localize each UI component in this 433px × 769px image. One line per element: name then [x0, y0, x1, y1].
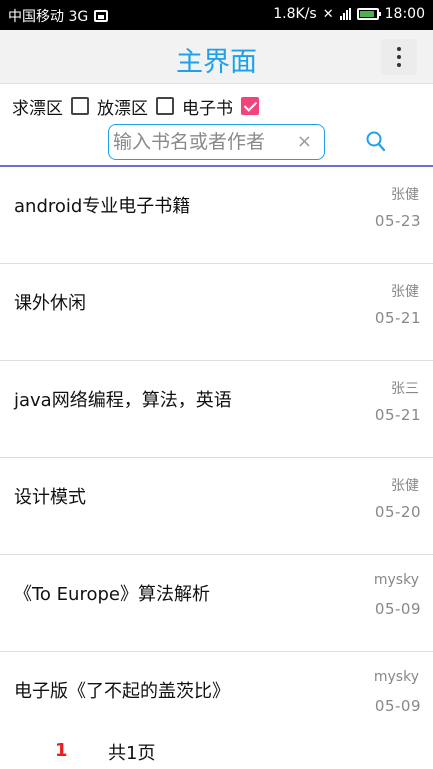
more-vertical-icon-dot	[397, 55, 401, 59]
image-notification-icon	[94, 10, 109, 22]
list-item[interactable]: 《To Europe》算法解析 mysky 05-09	[0, 555, 433, 652]
book-title: android专业电子书籍	[14, 196, 191, 217]
title-bar: 主界面	[0, 30, 433, 84]
book-date: 05-21	[374, 309, 421, 327]
more-vertical-icon-dot	[397, 63, 401, 67]
book-author: 张健	[391, 187, 419, 203]
total-pages-label: 共1页	[108, 743, 156, 764]
list-item[interactable]: android专业电子书籍 张健 05-23	[0, 167, 433, 264]
book-list: android专业电子书籍 张健 05-23 课外休闲 张健 05-21 jav…	[0, 167, 433, 749]
book-author: 张健	[391, 284, 419, 300]
status-right: 1.8K/s ✕ 18:00	[273, 6, 425, 22]
list-item[interactable]: 设计模式 张健 05-20	[0, 458, 433, 555]
signal-icon	[339, 8, 351, 20]
book-date: 05-21	[374, 406, 421, 424]
book-title: java网络编程，算法，英语	[14, 390, 232, 411]
book-date: 05-20	[374, 503, 421, 521]
overflow-menu-button[interactable]	[381, 39, 417, 75]
book-date: 05-23	[374, 212, 421, 230]
clock: 18:00	[384, 6, 425, 22]
list-item[interactable]: java网络编程，算法，英语 张三 05-21	[0, 361, 433, 458]
filter-row: 求漂区 放漂区 电子书	[0, 92, 433, 120]
search-box: ×	[108, 124, 325, 160]
clear-icon[interactable]: ×	[297, 131, 312, 152]
wifi-off-icon: ✕	[322, 6, 334, 22]
list-item[interactable]: 电子版《了不起的盖茨比》 mysky 05-09	[0, 652, 433, 749]
battery-icon	[356, 8, 381, 20]
search-input[interactable]	[113, 128, 293, 156]
book-date: 05-09	[374, 600, 421, 618]
page-title: 主界面	[176, 47, 257, 78]
book-author: 张三	[391, 381, 419, 397]
filter-request-zone[interactable]: 求漂区	[12, 94, 89, 119]
book-author: mysky	[373, 572, 419, 588]
filter-release-zone[interactable]: 放漂区	[97, 94, 174, 119]
filter-label: 放漂区	[97, 98, 148, 119]
request-zone-checkbox[interactable]	[71, 97, 89, 115]
network-speed: 1.8K/s	[273, 6, 317, 22]
book-title: 电子版《了不起的盖茨比》	[14, 681, 230, 702]
current-page-number[interactable]: 1	[55, 740, 68, 761]
more-vertical-icon	[397, 47, 401, 51]
ebook-checkbox[interactable]	[241, 97, 259, 115]
book-title: 设计模式	[14, 487, 86, 508]
list-item[interactable]: 课外休闲 张健 05-21	[0, 264, 433, 361]
book-title: 课外休闲	[14, 293, 86, 314]
filter-label: 电子书	[182, 98, 233, 119]
book-title: 《To Europe》算法解析	[14, 584, 210, 605]
book-author: 张健	[391, 478, 419, 494]
status-left: 中国移动 3G	[8, 6, 109, 26]
carrier-label: 中国移动 3G	[8, 9, 89, 25]
search-icon[interactable]	[366, 131, 386, 153]
status-bar: 中国移动 3G 1.8K/s ✕ 18:00	[0, 0, 433, 30]
filter-ebook[interactable]: 电子书	[182, 94, 259, 119]
pagination: 1 共1页	[0, 736, 433, 766]
book-author: mysky	[373, 669, 419, 685]
release-zone-checkbox[interactable]	[156, 97, 174, 115]
book-date: 05-09	[374, 697, 421, 715]
filter-label: 求漂区	[12, 98, 63, 119]
